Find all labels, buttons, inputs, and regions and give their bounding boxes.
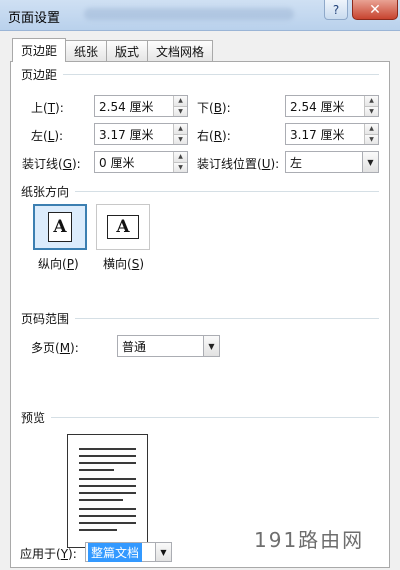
gutter-position-select[interactable]: 左 ▼ [285,151,379,173]
margins-section-label: 页边距 [21,66,62,83]
tab-page-margins: 页边距 上(T): 2.54 厘米 ▲ ▼ 下(B): 2.54 厘米 ▲ ▼ 左(… [10,61,390,568]
close-icon: ✕ [369,1,381,18]
title-bar: 页面设置 ? ✕ [0,0,400,31]
apply-to-label: 应用于(Y): [20,547,77,561]
bottom-margin-value[interactable]: 2.54 厘米 [286,98,364,115]
dialog-body: 页边距 纸张 版式 文档网格 页边距 上(T): 2.54 厘米 ▲ ▼ 下(B)… [0,31,400,570]
bottom-margin-spinner[interactable]: 2.54 厘米 ▲ ▼ [285,95,379,117]
bottom-margin-label: 下(B): [197,101,231,115]
spin-up-icon[interactable]: ▲ [173,152,187,163]
gutter-spinner[interactable]: 0 厘米 ▲ ▼ [94,151,188,173]
left-margin-spinner[interactable]: 3.17 厘米 ▲ ▼ [94,123,188,145]
preview-text-line [79,485,136,487]
preview-text-line [79,492,136,494]
preview-text-line [79,515,136,517]
tab-margins[interactable]: 页边距 [12,38,67,62]
preview-page-thumbnail [67,434,148,548]
top-margin-spinner[interactable]: 2.54 厘米 ▲ ▼ [94,95,188,117]
chevron-down-icon[interactable]: ▼ [362,152,378,172]
left-margin-value[interactable]: 3.17 厘米 [95,126,173,143]
right-margin-value[interactable]: 3.17 厘米 [286,126,364,143]
landscape-label: 横向(S) [103,257,144,271]
tab-layout[interactable]: 版式 [106,40,149,62]
portrait-button[interactable]: A [33,204,87,250]
blurred-document-title [84,8,294,20]
spin-up-icon[interactable]: ▲ [364,96,378,107]
preview-text-line [79,455,136,457]
tab-document-grid[interactable]: 文档网格 [147,40,214,62]
left-margin-label: 左(L): [31,129,64,143]
apply-to-select[interactable]: 整篇文档 ▼ [85,542,172,562]
section-divider [75,191,379,192]
right-margin-label: 右(R): [197,129,231,143]
spin-down-icon[interactable]: ▼ [364,134,378,144]
watermark: 191路由网 [254,528,365,552]
top-margin-value[interactable]: 2.54 厘米 [95,98,173,115]
spin-down-icon[interactable]: ▼ [173,106,187,116]
multiple-pages-label: 多页(M): [31,341,79,355]
gutter-position-label: 装订线位置(U): [197,157,280,171]
window-title: 页面设置 [8,11,61,26]
spin-up-icon[interactable]: ▲ [173,96,187,107]
section-divider [75,318,379,319]
preview-text-line [79,462,136,464]
spin-down-icon[interactable]: ▼ [173,162,187,172]
gutter-label: 装订线(G): [22,157,81,171]
preview-text-line [79,448,136,450]
chevron-down-icon[interactable]: ▼ [203,336,219,356]
tab-paper[interactable]: 纸张 [65,40,108,62]
multiple-pages-value: 普通 [122,339,147,354]
preview-section-label: 预览 [21,409,50,426]
preview-text-line [79,478,136,480]
close-button[interactable]: ✕ [352,0,398,20]
spin-down-icon[interactable]: ▼ [173,134,187,144]
preview-text-line [79,499,123,501]
right-margin-spinner[interactable]: 3.17 厘米 ▲ ▼ [285,123,379,145]
landscape-page-icon: A [107,215,139,239]
preview-text-line [79,522,136,524]
preview-text-line [79,508,136,510]
spin-up-icon[interactable]: ▲ [173,124,187,135]
multiple-pages-select[interactable]: 普通 ▼ [117,335,220,357]
spin-down-icon[interactable]: ▼ [364,106,378,116]
gutter-position-value: 左 [290,155,303,170]
apply-to-value: 整篇文档 [88,542,143,562]
landscape-button[interactable]: A [96,204,150,250]
help-button[interactable]: ? [324,0,348,20]
spin-up-icon[interactable]: ▲ [364,124,378,135]
preview-text-line [79,529,117,531]
gutter-value[interactable]: 0 厘米 [95,154,173,171]
top-margin-label: 上(T): [31,101,64,115]
portrait-page-icon: A [48,212,72,242]
pages-section-label: 页码范围 [21,310,74,327]
preview-text-line [79,469,114,471]
tab-strip: 页边距 纸张 版式 文档网格 [12,38,214,62]
section-divider [63,74,379,75]
section-divider [51,417,379,418]
portrait-label: 纵向(P) [38,257,79,271]
orientation-section-label: 纸张方向 [21,183,74,200]
chevron-down-icon[interactable]: ▼ [155,543,171,561]
